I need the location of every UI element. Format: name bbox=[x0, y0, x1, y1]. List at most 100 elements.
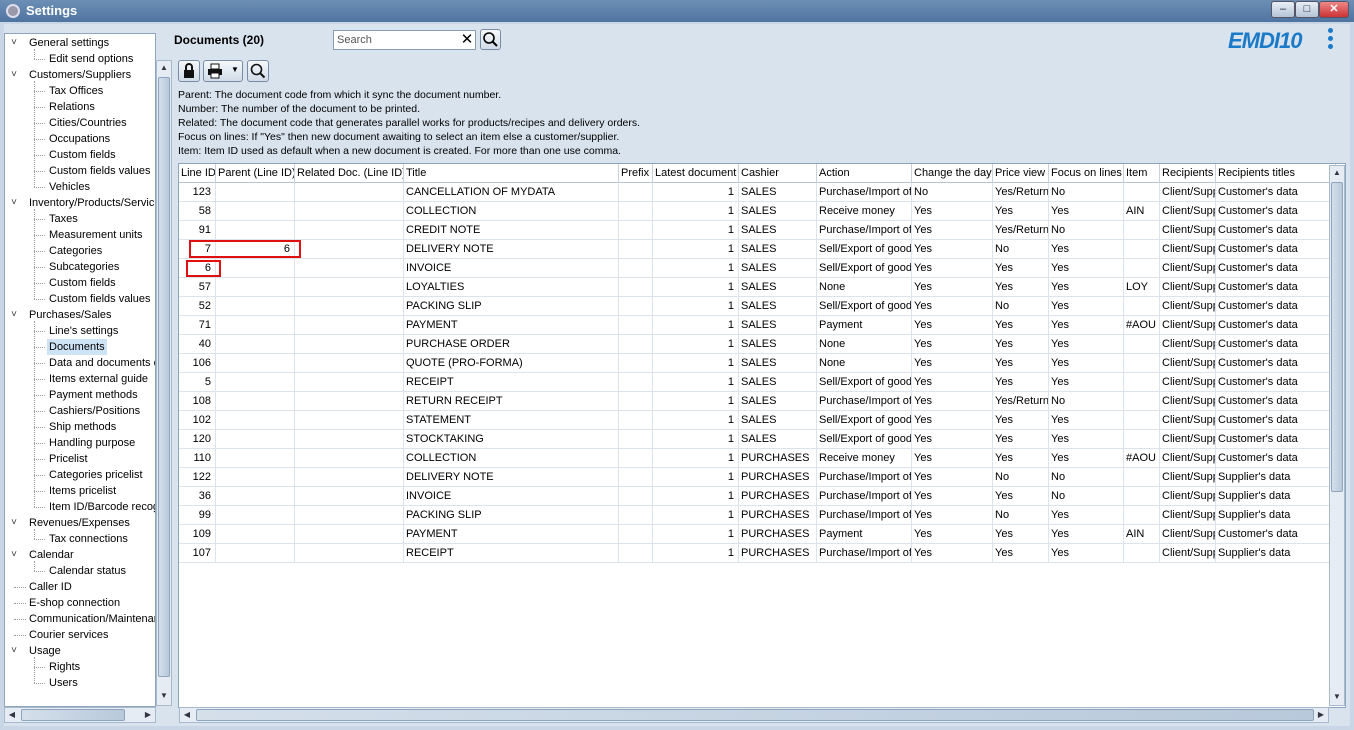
table-cell[interactable]: No bbox=[912, 183, 993, 202]
table-row[interactable]: 52 PACKING SLIP 1 SALES Sell/Export of good Y… bbox=[179, 297, 1336, 316]
table-cell[interactable]: Yes bbox=[1049, 278, 1124, 297]
table-row[interactable]: 58 COLLECTION 1 SALES Receive money Yes Yes Yes… bbox=[179, 202, 1336, 221]
table-cell[interactable] bbox=[619, 506, 653, 525]
table-cell[interactable]: Yes bbox=[912, 525, 993, 544]
sidebar-item[interactable]: Tax Offices bbox=[47, 83, 105, 99]
table-cell[interactable] bbox=[1124, 506, 1160, 525]
table-cell[interactable]: Yes bbox=[993, 411, 1049, 430]
expand-toggle-icon[interactable]: ˅ bbox=[9, 547, 19, 563]
table-cell[interactable] bbox=[619, 373, 653, 392]
table-cell[interactable]: Yes bbox=[993, 259, 1049, 278]
table-cell[interactable] bbox=[1124, 411, 1160, 430]
table-cell[interactable]: Client/Supp bbox=[1160, 354, 1216, 373]
table-cell[interactable]: SALES bbox=[739, 316, 817, 335]
table-cell[interactable]: Yes/Return bbox=[993, 392, 1049, 411]
table-cell[interactable]: Client/Supp bbox=[1160, 183, 1216, 202]
table-cell[interactable]: PURCHASE ORDER bbox=[404, 335, 619, 354]
table-row[interactable]: 6 INVOICE 1 SALES Sell/Export of good Yes Yes Y… bbox=[179, 259, 1336, 278]
table-cell[interactable]: STATEMENT bbox=[404, 411, 619, 430]
table-row[interactable]: 108 RETURN RECEIPT 1 SALES Purchase/Import o… bbox=[179, 392, 1336, 411]
table-cell[interactable]: SALES bbox=[739, 240, 817, 259]
minimize-button[interactable]: – bbox=[1271, 1, 1295, 18]
table-cell[interactable]: SALES bbox=[739, 278, 817, 297]
table-cell[interactable]: Yes bbox=[912, 411, 993, 430]
column-header[interactable]: Prefix bbox=[619, 164, 653, 183]
sidebar-item[interactable]: Relations bbox=[47, 99, 97, 115]
sidebar-item[interactable]: Rights bbox=[47, 659, 82, 675]
table-cell[interactable]: Client/Supp bbox=[1160, 430, 1216, 449]
table-cell[interactable]: Yes bbox=[912, 202, 993, 221]
table-cell[interactable]: 52 bbox=[179, 297, 216, 316]
table-cell[interactable]: Customer's data bbox=[1216, 297, 1336, 316]
table-cell[interactable]: 106 bbox=[179, 354, 216, 373]
table-cell[interactable]: No bbox=[993, 297, 1049, 316]
table-cell[interactable]: Yes bbox=[1049, 373, 1124, 392]
table-cell[interactable]: 6 bbox=[216, 240, 295, 259]
table-cell[interactable]: Customer's data bbox=[1216, 411, 1336, 430]
table-cell[interactable]: 6 bbox=[179, 259, 216, 278]
table-cell[interactable] bbox=[216, 411, 295, 430]
table-cell[interactable]: Yes bbox=[1049, 335, 1124, 354]
expand-toggle-icon[interactable]: ˅ bbox=[9, 307, 19, 323]
table-cell[interactable] bbox=[619, 544, 653, 563]
sidebar-item[interactable]: Cashiers/Positions bbox=[47, 403, 142, 419]
table-cell[interactable]: Yes bbox=[1049, 316, 1124, 335]
table-cell[interactable]: Supplier's data bbox=[1216, 544, 1336, 563]
close-button[interactable]: ✕ bbox=[1319, 1, 1349, 18]
table-cell[interactable]: INVOICE bbox=[404, 259, 619, 278]
table-cell[interactable]: Yes bbox=[993, 430, 1049, 449]
table-cell[interactable] bbox=[1124, 430, 1160, 449]
table-cell[interactable] bbox=[1124, 373, 1160, 392]
table-cell[interactable]: Purchase/Import of bbox=[817, 487, 912, 506]
column-header[interactable]: Line ID bbox=[179, 164, 216, 183]
table-cell[interactable] bbox=[295, 487, 404, 506]
column-header[interactable]: Recipients bbox=[1160, 164, 1216, 183]
table-cell[interactable]: SALES bbox=[739, 373, 817, 392]
table-cell[interactable]: Customer's data bbox=[1216, 221, 1336, 240]
table-cell[interactable]: 1 bbox=[653, 354, 739, 373]
sidebar-item[interactable]: Occupations bbox=[47, 131, 112, 147]
table-cell[interactable]: No bbox=[993, 506, 1049, 525]
table-cell[interactable]: SALES bbox=[739, 354, 817, 373]
table-cell[interactable]: None bbox=[817, 278, 912, 297]
table-cell[interactable]: Client/Supp bbox=[1160, 487, 1216, 506]
column-header[interactable]: Change the day bbox=[912, 164, 993, 183]
table-cell[interactable]: 5 bbox=[179, 373, 216, 392]
table-cell[interactable]: Purchase/Import of bbox=[817, 544, 912, 563]
table-cell[interactable] bbox=[295, 411, 404, 430]
table-cell[interactable] bbox=[619, 487, 653, 506]
table-cell[interactable]: #AOU bbox=[1124, 449, 1160, 468]
table-cell[interactable]: Yes bbox=[912, 259, 993, 278]
table-cell[interactable]: Supplier's data bbox=[1216, 468, 1336, 487]
table-cell[interactable]: 1 bbox=[653, 544, 739, 563]
table-cell[interactable]: Yes bbox=[993, 335, 1049, 354]
table-cell[interactable]: Yes bbox=[1049, 544, 1124, 563]
table-cell[interactable]: Purchase/Import of bbox=[817, 468, 912, 487]
table-cell[interactable]: 1 bbox=[653, 487, 739, 506]
table-cell[interactable]: No bbox=[1049, 183, 1124, 202]
sidebar-item[interactable]: Customers/Suppliers bbox=[29, 67, 131, 83]
table-cell[interactable]: Customer's data bbox=[1216, 525, 1336, 544]
table-cell[interactable]: None bbox=[817, 354, 912, 373]
sidebar-item[interactable]: Handling purpose bbox=[47, 435, 137, 451]
table-cell[interactable] bbox=[1124, 468, 1160, 487]
table-cell[interactable] bbox=[216, 183, 295, 202]
table-row[interactable]: 57 LOYALTIES 1 SALES None Yes Yes Yes LOY Client/… bbox=[179, 278, 1336, 297]
table-cell[interactable]: 1 bbox=[653, 411, 739, 430]
table-cell[interactable] bbox=[1124, 297, 1160, 316]
table-cell[interactable]: 1 bbox=[653, 259, 739, 278]
table-cell[interactable] bbox=[295, 297, 404, 316]
table-cell[interactable]: RETURN RECEIPT bbox=[404, 392, 619, 411]
table-cell[interactable] bbox=[295, 335, 404, 354]
tree-vertical-scrollbar[interactable]: ▲ ▼ bbox=[156, 60, 172, 706]
table-cell[interactable] bbox=[295, 430, 404, 449]
table-cell[interactable]: Payment bbox=[817, 316, 912, 335]
column-header[interactable]: Title bbox=[404, 164, 619, 183]
table-cell[interactable]: Client/Supp bbox=[1160, 316, 1216, 335]
sidebar-item[interactable]: Tax connections bbox=[47, 531, 130, 547]
table-cell[interactable] bbox=[619, 259, 653, 278]
table-cell[interactable]: 99 bbox=[179, 506, 216, 525]
table-cell[interactable]: QUOTE (PRO-FORMA) bbox=[404, 354, 619, 373]
table-cell[interactable] bbox=[295, 259, 404, 278]
table-cell[interactable]: Yes bbox=[1049, 297, 1124, 316]
